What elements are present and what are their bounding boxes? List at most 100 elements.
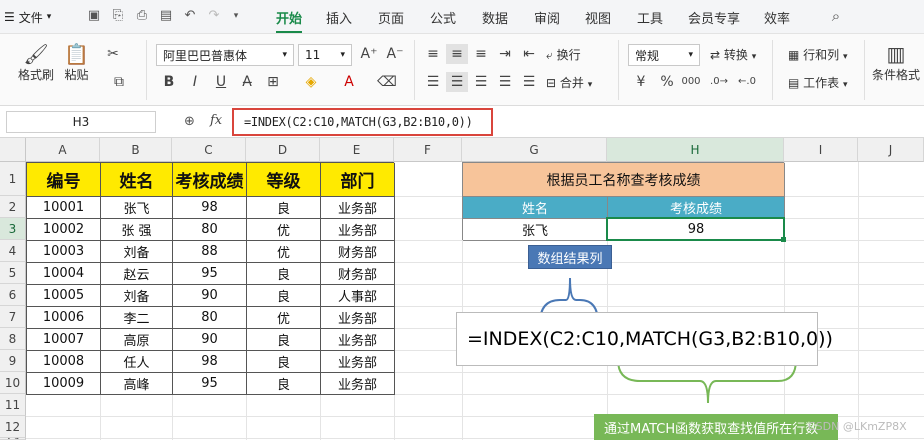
chevron-down-icon: ▾ xyxy=(843,80,848,90)
paste-label: 粘贴 xyxy=(64,68,89,82)
tab-formula[interactable]: 公式 xyxy=(430,8,456,27)
copy-icon[interactable]: ⧉ xyxy=(108,72,130,92)
percent-icon[interactable]: % xyxy=(656,72,678,92)
file-menu[interactable]: ☰ 文件 ▾ xyxy=(4,8,51,26)
currency-icon[interactable]: ¥ xyxy=(630,72,652,92)
undo-icon[interactable]: ↶ xyxy=(182,8,198,24)
spreadsheet-grid: A B C D E F G H I J 1 2 3 4 5 6 7 8 9 10… xyxy=(0,138,924,440)
annotation-brackets xyxy=(539,277,797,404)
merge-label: 合并 xyxy=(559,76,584,90)
ribbon-divider xyxy=(146,40,147,100)
decrease-font-icon[interactable]: A⁻ xyxy=(384,44,406,64)
customize-chevron-icon[interactable]: ▾ xyxy=(228,8,244,24)
ribbon-toolbar: 🖌 格式刷 📋 粘贴 ✂ ⧉ 阿里巴巴普惠体 ▾ 11 ▾ A⁺ A⁻ B I … xyxy=(0,34,924,106)
format-painter-label: 格式刷 xyxy=(18,68,55,82)
decrease-decimal-icon[interactable]: ←.0 xyxy=(736,72,758,92)
font-size-value: 11 xyxy=(305,48,321,62)
clipboard-icon: 📋 xyxy=(64,42,89,66)
worksheet-icon: ▤ xyxy=(788,76,800,90)
rows-cols-label: 行和列 xyxy=(803,48,840,62)
conditional-format-label: 条件格式 xyxy=(872,68,921,82)
merge-button[interactable]: ⊟ 合并 ▾ xyxy=(546,74,592,91)
tab-review[interactable]: 审阅 xyxy=(534,8,560,27)
chevron-down-icon: ▾ xyxy=(340,50,345,60)
ribbon-divider xyxy=(618,40,619,100)
tab-efficiency[interactable]: 效率 xyxy=(764,8,790,27)
preview-icon[interactable]: ▤ xyxy=(158,8,174,24)
convert-label: 转换 xyxy=(723,48,748,62)
cut-icon[interactable]: ✂ xyxy=(102,44,124,64)
chevron-down-icon: ▾ xyxy=(688,50,693,60)
number-format-value: 常规 xyxy=(635,48,660,63)
menu-bar: ☰ 文件 ▾ ▣ ⎘ ⎙ ▤ ↶ ↷ ▾ 开始 插入 页面 公式 数据 审阅 视… xyxy=(0,0,924,34)
tab-insert[interactable]: 插入 xyxy=(326,8,352,27)
align-right-icon[interactable]: ☰ xyxy=(470,72,492,92)
brush-icon: 🖌 xyxy=(23,42,49,66)
tab-view[interactable]: 视图 xyxy=(585,8,611,27)
clear-format-icon[interactable]: ⌫ xyxy=(376,72,398,92)
chevron-down-icon: ▾ xyxy=(282,50,287,60)
align-bottom-icon[interactable]: ≡ xyxy=(470,44,492,64)
align-top-icon[interactable]: ≡ xyxy=(422,44,444,64)
conditional-format-icon: ▥ xyxy=(886,42,906,66)
share-icon[interactable]: ⎘ xyxy=(110,8,126,24)
wrap-text-button[interactable]: ⤶ 换行 xyxy=(546,46,581,63)
tab-page[interactable]: 页面 xyxy=(378,8,404,27)
distributed-icon[interactable]: ☰ xyxy=(518,72,540,92)
save-icon[interactable]: ▣ xyxy=(86,8,102,24)
convert-button[interactable]: ⇄ 转换 ▾ xyxy=(710,46,756,63)
rows-cols-button[interactable]: ▦ 行和列 ▾ xyxy=(788,46,848,63)
indent-icon[interactable]: ⇥ xyxy=(494,44,516,64)
bold-icon[interactable]: B xyxy=(158,72,180,92)
tab-home[interactable]: 开始 xyxy=(276,8,303,33)
font-size-select[interactable]: 11 ▾ xyxy=(298,44,352,66)
formula-input[interactable]: =INDEX(C2:C10,MATCH(G3,B2:B10,0)) xyxy=(232,108,493,136)
font-name-select[interactable]: 阿里巴巴普惠体 ▾ xyxy=(156,44,294,66)
worksheet-button[interactable]: ▤ 工作表 ▾ xyxy=(788,74,848,91)
conditional-format-button[interactable]: ▥ 条件格式 xyxy=(872,42,920,83)
increase-decimal-icon[interactable]: .0→ xyxy=(708,72,730,92)
strike-icon[interactable]: A̶ xyxy=(236,72,258,92)
file-menu-label: 文件 xyxy=(18,10,43,25)
font-color-icon[interactable]: A xyxy=(338,72,360,92)
match-explanation-label: 通过MATCH函数获取查找值所在行数 xyxy=(594,414,838,440)
underline-icon[interactable]: U xyxy=(210,72,232,92)
tab-tools[interactable]: 工具 xyxy=(637,8,663,27)
chevron-down-icon: ▾ xyxy=(46,12,52,22)
fill-color-icon[interactable]: ◈ xyxy=(300,72,322,92)
print-icon[interactable]: ⎙ xyxy=(134,8,150,24)
hamburger-icon: ☰ xyxy=(4,10,15,24)
justify-icon[interactable]: ☰ xyxy=(494,72,516,92)
formula-callout: =INDEX(C2:C10,MATCH(G3,B2:B10,0)) xyxy=(456,312,833,366)
italic-icon[interactable]: I xyxy=(184,72,206,92)
search-icon[interactable]: ⌕ xyxy=(828,8,844,24)
worksheet-label: 工作表 xyxy=(803,76,840,90)
redo-icon[interactable]: ↷ xyxy=(206,8,222,24)
formula-bar: H3 ⊕ fx =INDEX(C2:C10,MATCH(G3,B2:B10,0)… xyxy=(0,106,924,138)
zoom-icon[interactable]: ⊕ xyxy=(184,114,195,129)
tab-member[interactable]: 会员专享 xyxy=(688,8,740,27)
merge-icon: ⊟ xyxy=(546,76,557,90)
ribbon-divider xyxy=(864,40,865,100)
format-painter-button[interactable]: 🖌 格式刷 xyxy=(18,42,54,83)
number-format-select[interactable]: 常规 ▾ xyxy=(628,44,700,66)
rows-cols-icon: ▦ xyxy=(788,48,800,62)
chevron-down-icon: ▾ xyxy=(843,52,848,62)
align-left-icon[interactable]: ☰ xyxy=(422,72,444,92)
fx-icon[interactable]: fx xyxy=(210,113,222,128)
thousands-icon[interactable]: 000 xyxy=(680,72,702,92)
watermark: CSDN @LKmZP8X xyxy=(808,420,907,433)
tab-data[interactable]: 数据 xyxy=(482,8,508,27)
increase-font-icon[interactable]: A⁺ xyxy=(358,44,380,64)
align-center-icon[interactable]: ☰ xyxy=(446,72,468,92)
name-box[interactable]: H3 xyxy=(6,111,156,133)
ribbon-divider xyxy=(414,40,415,100)
align-middle-icon[interactable]: ≡ xyxy=(446,44,468,64)
wrap-text-label: 换行 xyxy=(556,48,581,62)
border-icon[interactable]: ⊞ xyxy=(262,72,284,92)
convert-icon: ⇄ xyxy=(710,48,721,62)
paste-button[interactable]: 📋 粘贴 xyxy=(64,42,89,83)
ribbon-divider xyxy=(772,40,773,100)
outdent-icon[interactable]: ⇤ xyxy=(518,44,540,64)
chevron-down-icon: ▾ xyxy=(751,52,757,62)
